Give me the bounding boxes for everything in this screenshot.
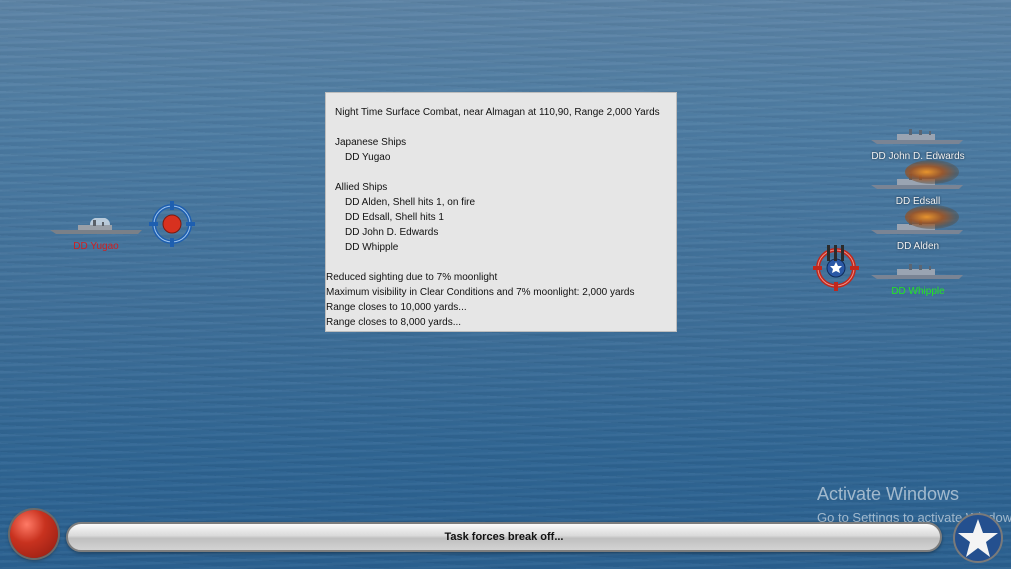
- fire-icon: [905, 205, 959, 229]
- ship-label-yugao: DD Yugao: [73, 241, 119, 252]
- report-allied-heading: Allied Ships: [335, 182, 388, 193]
- destroyer-icon: [871, 129, 963, 144]
- allied-ship-john-d-edwards[interactable]: [869, 128, 965, 146]
- ship-label-edsall: DD Edsall: [895, 196, 941, 207]
- report-line: DD Edsall, Shell hits 1: [345, 212, 444, 223]
- target-icon[interactable]: [149, 201, 195, 247]
- report-header: Night Time Surface Combat, near Almagan …: [335, 107, 660, 118]
- allied-star-icon[interactable]: [952, 512, 1004, 564]
- japanese-ship-yugao[interactable]: [48, 218, 144, 236]
- report-line: DD Whipple: [345, 242, 399, 253]
- report-line: DD Alden, Shell hits 1, on fire: [345, 197, 476, 208]
- combat-report-panel: Night Time Surface Combat, near Almagan …: [325, 92, 677, 332]
- gun-target-icon[interactable]: [813, 245, 859, 291]
- report-line: Maximum visibility in Clear Conditions a…: [326, 287, 635, 298]
- report-line: DD John D. Edwards: [345, 227, 439, 238]
- report-line: Range closes to 10,000 yards...: [326, 302, 467, 313]
- report-line: DD Yugao: [345, 152, 391, 163]
- status-bar: Task forces break off...: [66, 522, 942, 552]
- fire-icon: [905, 160, 959, 184]
- report-line: Range closes to 8,000 yards...: [326, 317, 462, 328]
- status-text: Task forces break off...: [444, 531, 564, 543]
- ship-label-john-d-edwards: DD John D. Edwards: [871, 151, 965, 162]
- stop-button[interactable]: [10, 510, 58, 558]
- destroyer-icon: [871, 264, 963, 279]
- report-line: Reduced sighting due to 7% moonlight: [326, 272, 498, 283]
- report-japanese-heading: Japanese Ships: [335, 137, 407, 148]
- watermark-line1: Activate Windows: [817, 484, 960, 504]
- destroyer-icon: [50, 218, 142, 234]
- ship-label-alden: DD Alden: [896, 241, 940, 252]
- allied-ship-whipple[interactable]: [869, 263, 965, 281]
- ship-label-whipple: DD Whipple: [891, 286, 945, 297]
